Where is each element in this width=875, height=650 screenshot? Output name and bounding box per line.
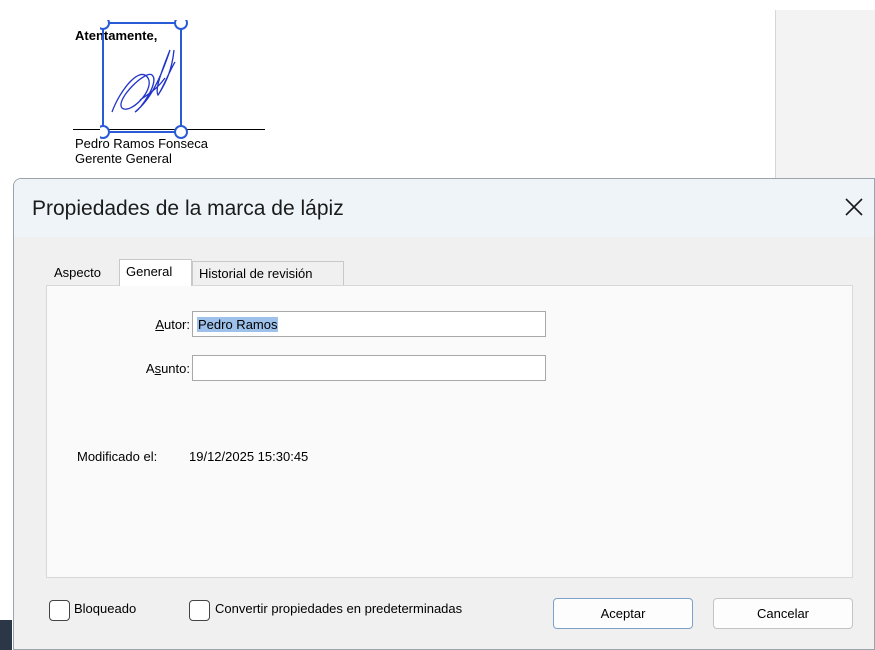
cancelar-button[interactable]: Cancelar <box>713 598 853 629</box>
tab-general[interactable]: General <box>119 259 192 286</box>
general-tab-panel: Autor: Pedro Ramos Asunto: <box>46 285 853 578</box>
asunto-field[interactable] <box>192 355 546 381</box>
resize-handle-bottom-right[interactable] <box>174 125 188 139</box>
dialog-title-bar[interactable]: Propiedades de la marca de lápiz <box>14 179 874 237</box>
convertir-propiedades-label[interactable]: Convertir propiedades en predeterminadas <box>215 601 462 616</box>
autor-value: Pedro Ramos <box>197 316 279 332</box>
resize-handle-bottom-left[interactable] <box>100 125 110 139</box>
autor-label: Autor: <box>155 317 190 332</box>
close-button[interactable] <box>834 185 874 229</box>
ink-signature-annotation[interactable] <box>100 20 190 140</box>
signer-title: Gerente General <box>75 151 172 166</box>
convertir-propiedades-checkbox[interactable] <box>189 600 210 621</box>
bloqueado-label[interactable]: Bloqueado <box>74 601 136 616</box>
dialog-title: Propiedades de la marca de lápiz <box>32 197 344 220</box>
handwritten-signature <box>111 49 176 113</box>
resize-handle-top-right[interactable] <box>174 20 188 30</box>
tab-aspecto[interactable]: Aspecto <box>48 261 119 285</box>
asunto-label: Asunto: <box>145 361 190 376</box>
autor-field[interactable]: Pedro Ramos <box>192 311 546 337</box>
modified-value: 19/12/2025 15:30:45 <box>189 449 309 464</box>
tab-historial-de-revision[interactable]: Historial de revisión <box>192 261 344 285</box>
taskbar-edge <box>0 620 12 650</box>
bloqueado-checkbox[interactable] <box>49 600 70 621</box>
modified-label: Modificado el: <box>77 449 158 464</box>
resize-handle-top-left[interactable] <box>100 20 110 30</box>
close-icon <box>845 198 863 216</box>
pencil-mark-properties-dialog: Propiedades de la marca de lápiz Aspecto… <box>13 178 875 650</box>
document-side-panel-top <box>775 0 875 10</box>
aceptar-button[interactable]: Aceptar <box>553 598 693 629</box>
